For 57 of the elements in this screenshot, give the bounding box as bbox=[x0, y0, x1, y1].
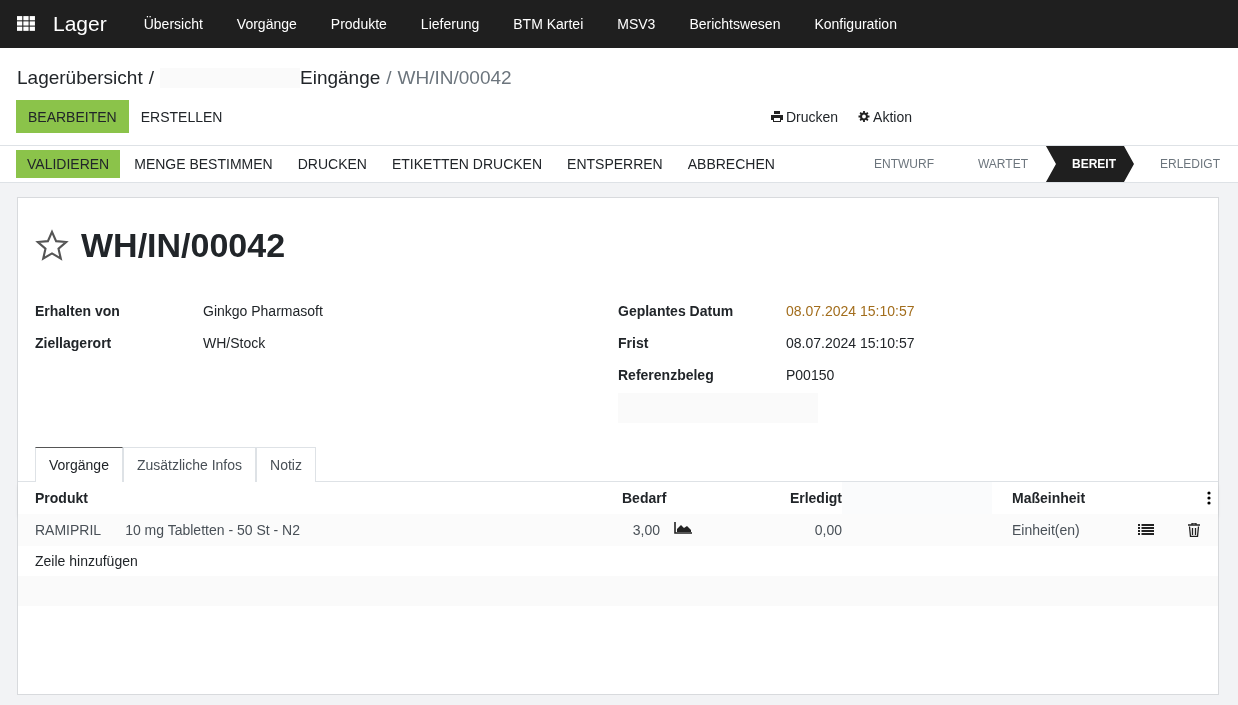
breadcrumb-item[interactable]: Eingänge bbox=[300, 67, 381, 89]
star-icon[interactable] bbox=[35, 228, 69, 263]
column-header[interactable]: Erledigt bbox=[692, 490, 842, 506]
app-name: Lager bbox=[53, 12, 107, 36]
add-line-link[interactable]: Zeile hinzufügen bbox=[35, 553, 138, 569]
text-button[interactable]: ERSTELLEN bbox=[128, 100, 235, 133]
list-icon[interactable] bbox=[1138, 524, 1154, 536]
field-value[interactable]: P00150 bbox=[786, 367, 835, 383]
breadcrumb-item[interactable]: WH/IN/00042 bbox=[397, 67, 512, 89]
status-stage[interactable]: BEREIT bbox=[1045, 146, 1134, 182]
table-cell: 3,00 bbox=[632, 522, 660, 538]
tab[interactable]: Zusätzliche Infos bbox=[122, 447, 256, 482]
printer-icon bbox=[770, 111, 783, 122]
breadcrumb-item[interactable]: Lagerübersicht bbox=[17, 67, 143, 89]
tab[interactable]: Vorgänge bbox=[35, 447, 123, 482]
app-grid-icon[interactable] bbox=[17, 16, 36, 32]
column-header[interactable]: Produkt bbox=[35, 490, 592, 506]
kebab-menu-icon[interactable] bbox=[1207, 491, 1211, 505]
field-value[interactable]: Ginkgo Pharmasoft bbox=[203, 303, 323, 319]
dropdown-button[interactable]: Aktion bbox=[853, 108, 917, 125]
menu-item[interactable]: Lieferung bbox=[403, 16, 497, 32]
text-button[interactable]: ENTSPERREN bbox=[556, 150, 674, 178]
product-code: RAMIPRIL bbox=[35, 522, 102, 538]
column-header[interactable]: Maßeinheit bbox=[992, 490, 1132, 506]
tab[interactable]: Notiz bbox=[256, 447, 316, 482]
breadcrumb-separator: / bbox=[148, 67, 154, 89]
field-value[interactable]: WH/Stock bbox=[203, 335, 266, 351]
trash-icon[interactable] bbox=[1188, 523, 1200, 537]
table-cell-text: 0,00 bbox=[813, 522, 842, 538]
field-value[interactable]: 08.07.2024 15:10:57 bbox=[786, 335, 915, 351]
text-button[interactable]: DRUCKEN bbox=[286, 150, 378, 178]
menu-item[interactable]: BTM Kartei bbox=[496, 16, 601, 32]
breadcrumb-separator: / bbox=[386, 67, 392, 89]
gear-icon bbox=[858, 111, 871, 122]
text-button[interactable]: ETIKETTEN DRUCKEN bbox=[380, 150, 554, 178]
table-cell-text: Einheit(en) bbox=[1011, 522, 1081, 538]
field-value[interactable]: 08.07.2024 15:10:57 bbox=[786, 303, 915, 319]
field-label: Ziellagerort bbox=[35, 335, 113, 351]
primary-button[interactable]: VALIDIEREN bbox=[16, 150, 121, 178]
column-header[interactable]: Bedarf bbox=[592, 490, 692, 506]
menu-item[interactable]: Berichtswesen bbox=[672, 16, 798, 32]
menu-item[interactable]: Konfiguration bbox=[797, 16, 914, 32]
menu-item[interactable]: MSV3 bbox=[600, 16, 673, 32]
text-button[interactable]: MENGE BESTIMMEN bbox=[123, 150, 284, 178]
menu-item[interactable]: Produkte bbox=[313, 16, 404, 32]
record-title: WH/IN/00042 bbox=[81, 226, 286, 265]
field-label: Geplantes Datum bbox=[618, 303, 735, 319]
field-label: Frist bbox=[618, 335, 650, 351]
area-chart-icon[interactable] bbox=[674, 522, 692, 534]
menu-item[interactable]: Übersicht bbox=[126, 16, 220, 32]
dropdown-button[interactable]: Drucken bbox=[765, 108, 844, 125]
field-label: Referenzbeleg bbox=[618, 367, 715, 383]
field-label: Erhalten von bbox=[35, 303, 121, 319]
text-button[interactable]: ABBRECHEN bbox=[676, 150, 786, 178]
menu-item[interactable]: Vorgänge bbox=[219, 16, 314, 32]
primary-button[interactable]: BEARBEITEN bbox=[16, 100, 129, 133]
product-name: 10 mg Tabletten - 50 St - N2 bbox=[125, 522, 300, 538]
